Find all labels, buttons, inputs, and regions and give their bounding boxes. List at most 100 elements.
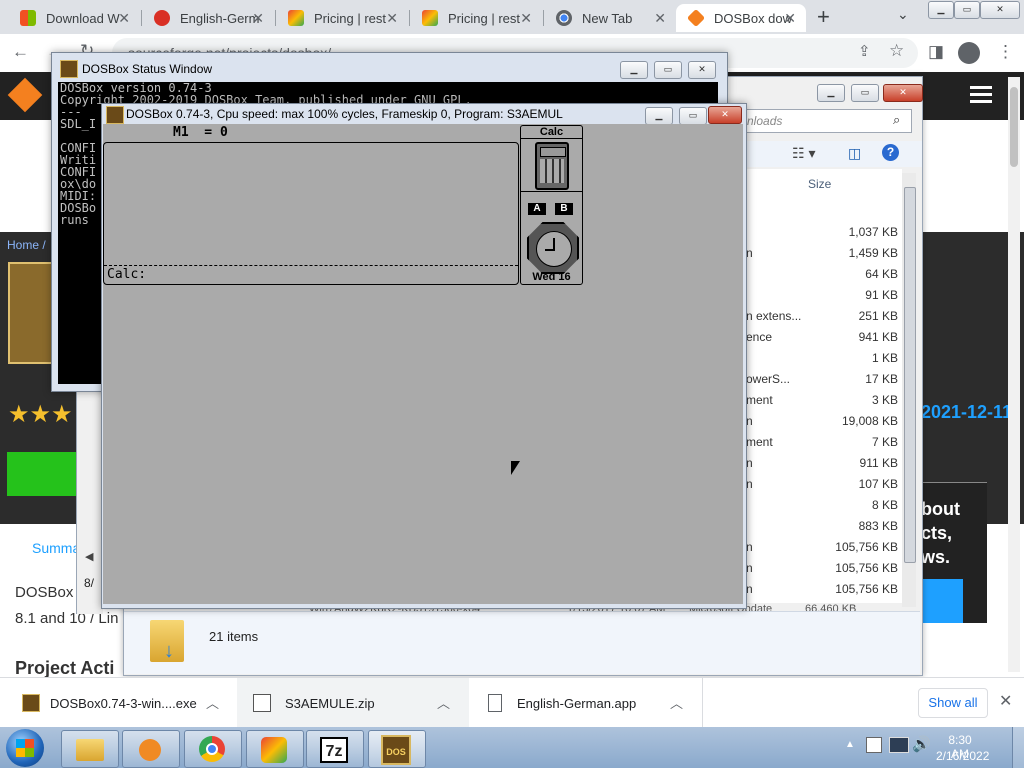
download-item-dosbox-exe[interactable]: DOSBox0.74-3-win....exe ︿ — [0, 678, 236, 728]
file-row[interactable]: ence 941 KB — [746, 326, 902, 346]
start-button[interactable] — [6, 729, 44, 767]
drive-b-icon[interactable]: B — [555, 203, 573, 215]
calc-widget-label: Calc — [521, 126, 582, 139]
dos-emulator-screen[interactable]: M1 = 0 Calc: Calc A B Wed 16 — [103, 124, 743, 604]
dosbox-minimize-button[interactable]: ▁ — [645, 107, 673, 125]
close-tab-icon[interactable]: ✕ — [386, 10, 398, 27]
explorer-scrollbar[interactable] — [902, 173, 916, 607]
close-tab-icon[interactable]: ✕ — [118, 10, 130, 27]
file-row[interactable]: n 1,459 KB — [746, 242, 902, 262]
show-all-button[interactable]: Show all — [918, 688, 988, 718]
help-icon[interactable]: ? — [882, 144, 899, 161]
tab-summary[interactable]: Summa — [32, 540, 80, 556]
file-row[interactable]: n 105,756 KB — [746, 578, 902, 598]
download-options-chevron-icon[interactable]: ︿ — [670, 693, 683, 712]
download-options-chevron-icon[interactable]: ︿ — [437, 693, 450, 712]
tab-download-windows[interactable]: Download W ✕ — [8, 4, 140, 32]
view-options-icon[interactable]: ☷ ▾ — [792, 145, 815, 162]
tab-new-tab[interactable]: New Tab ✕ — [544, 4, 676, 32]
volume-icon[interactable]: 🔊 — [912, 735, 931, 753]
back-arrow-icon[interactable]: ← — [12, 42, 29, 62]
close-tab-icon[interactable]: ✕ — [520, 10, 532, 27]
file-row[interactable]: n 19,008 KB — [746, 410, 902, 430]
dosbox-maximize-button[interactable]: ▭ — [679, 107, 707, 125]
clock-date[interactable]: 2/16/2022 — [936, 749, 989, 763]
file-row[interactable]: 1,037 KB — [746, 221, 902, 241]
file-row[interactable]: ment 3 KB — [746, 389, 902, 409]
scroll-left-arrow-icon[interactable]: ◀ — [85, 550, 93, 563]
dosbox-close-button[interactable]: ✕ — [708, 106, 742, 124]
download-item-english-german-app[interactable]: English-German.app ︿ — [470, 678, 703, 728]
file-row[interactable]: n 911 KB — [746, 452, 902, 472]
breadcrumb[interactable]: Home / — [7, 238, 46, 252]
explorer-close-button[interactable]: ✕ — [883, 84, 923, 102]
file-row[interactable]: 91 KB — [746, 284, 902, 304]
explorer-maximize-button[interactable]: ▭ — [851, 84, 879, 102]
drive-a-icon[interactable]: A — [528, 203, 546, 215]
side-panel-icon[interactable]: ◨ — [928, 42, 944, 62]
file-row[interactable]: n 105,756 KB — [746, 536, 902, 556]
windows-taskbar: 7z DOS ▲ 🔊 8:30 AM 2/16/2022 — [0, 727, 1024, 768]
file-row[interactable]: ment 7 KB — [746, 431, 902, 451]
show-hidden-icons-icon[interactable]: ▲ — [845, 739, 855, 750]
page-scrollbar[interactable] — [1008, 77, 1020, 672]
close-downloads-bar-icon[interactable]: ✕ — [999, 691, 1012, 711]
tab-pricing-1[interactable]: Pricing | rest ✕ — [276, 4, 408, 32]
tab-pricing-2[interactable]: Pricing | rest ✕ — [410, 4, 542, 32]
status-close-button[interactable]: ✕ — [688, 61, 716, 79]
file-row[interactable]: 64 KB — [746, 263, 902, 283]
explorer-details-pane: ↓ 21 items — [124, 611, 920, 674]
file-size: 883 KB — [858, 519, 898, 533]
promo-button[interactable] — [921, 579, 963, 623]
file-row[interactable]: 8 KB — [746, 494, 902, 514]
file-size: 3 KB — [871, 393, 898, 407]
profile-avatar-icon[interactable] — [958, 42, 980, 64]
explorer-scrollbar-thumb[interactable] — [904, 187, 916, 563]
close-tab-icon[interactable]: ✕ — [784, 10, 796, 27]
sourceforge-favicon-icon — [686, 8, 706, 28]
show-desktop-button[interactable] — [1012, 727, 1024, 768]
taskbar-7zip-button[interactable]: 7z — [306, 730, 364, 768]
file-type: n — [746, 246, 753, 260]
bookmark-star-icon[interactable]: ☆ — [889, 41, 904, 61]
share-icon[interactable]: ⇪ — [858, 42, 871, 60]
file-row[interactable]: owerS... 17 KB — [746, 368, 902, 388]
tab-english-german[interactable]: English-Germ ✕ — [142, 4, 274, 32]
taskbar-pricing-app-button[interactable] — [246, 730, 304, 768]
taskbar-explorer-button[interactable] — [61, 730, 119, 768]
hamburger-menu-icon[interactable] — [970, 86, 992, 89]
download-button[interactable] — [7, 452, 77, 496]
chrome-menu-icon[interactable]: ⋮ — [997, 42, 1014, 62]
taskbar-media-player-button[interactable] — [122, 730, 180, 768]
file-row[interactable]: n extens... 251 KB — [746, 305, 902, 325]
calculator-icon[interactable] — [535, 142, 569, 190]
taskbar-dosbox-button[interactable]: DOS — [368, 730, 426, 768]
tab-dosbox-download[interactable]: DOSBox dow ✕ — [676, 4, 806, 32]
tab-search-chevron-icon[interactable]: ⌄ — [897, 6, 909, 23]
file-row[interactable]: 883 KB — [746, 515, 902, 535]
clock-icon[interactable] — [527, 222, 579, 274]
minimize-button[interactable]: ▁ — [928, 1, 954, 19]
close-button[interactable]: ✕ — [980, 1, 1020, 19]
network-icon[interactable] — [889, 737, 909, 753]
new-tab-plus-icon[interactable]: + — [817, 4, 830, 30]
close-tab-icon[interactable]: ✕ — [252, 10, 264, 27]
file-size: 105,756 KB — [835, 540, 898, 554]
download-options-chevron-icon[interactable]: ︿ — [206, 693, 219, 712]
file-row[interactable]: n 107 KB — [746, 473, 902, 493]
preview-pane-icon[interactable]: ◫ — [848, 145, 861, 162]
download-item-s3aemule-zip[interactable]: S3AEMULE.zip ︿ — [237, 678, 469, 728]
maximize-button[interactable]: ▭ — [954, 1, 980, 19]
file-row[interactable]: n 105,756 KB — [746, 557, 902, 577]
action-center-flag-icon[interactable] — [866, 737, 882, 753]
page-scrollbar-thumb[interactable] — [1010, 87, 1018, 167]
file-row[interactable]: 1 KB — [746, 347, 902, 367]
status-maximize-button[interactable]: ▭ — [654, 61, 682, 79]
size-column-header[interactable]: Size — [808, 177, 831, 191]
search-input[interactable]: nloads ⌕ — [746, 109, 912, 133]
search-icon[interactable]: ⌕ — [893, 112, 900, 128]
taskbar-chrome-button[interactable] — [184, 730, 242, 768]
status-minimize-button[interactable]: ▁ — [620, 61, 648, 79]
explorer-minimize-button[interactable]: ▁ — [817, 84, 845, 102]
close-tab-icon[interactable]: ✕ — [654, 10, 666, 27]
